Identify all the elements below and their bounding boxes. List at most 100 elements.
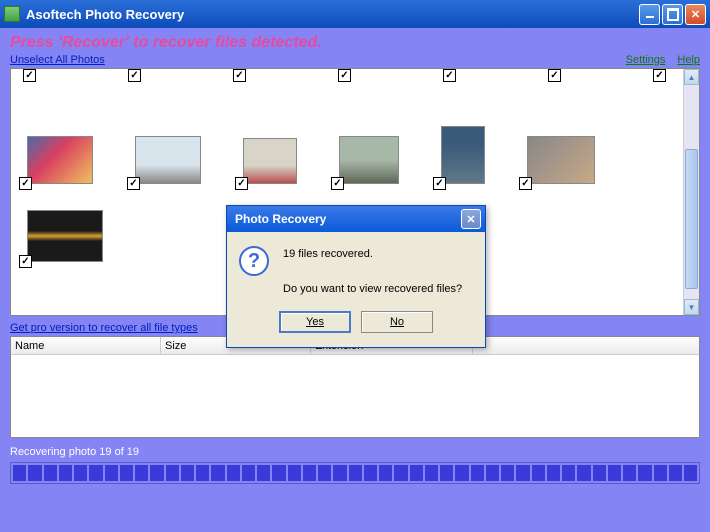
header-checkbox[interactable] [23,69,36,82]
photo-thumbnail [27,210,103,262]
settings-link[interactable]: Settings [626,54,666,66]
dialog-line1: 19 files recovered. [283,246,462,264]
progress-segment [227,465,240,481]
header-checkbox[interactable] [128,69,141,82]
progress-segment [379,465,392,481]
column-header-name[interactable]: Name [11,337,161,354]
progress-segment [394,465,407,481]
progress-segment [608,465,621,481]
help-link[interactable]: Help [677,54,700,66]
thumbnail-item[interactable] [27,136,93,184]
yes-button[interactable]: Yes [279,311,351,333]
progress-segment [211,465,224,481]
progress-segment [455,465,468,481]
file-table: Name Size Extension [10,336,700,438]
header-checkbox[interactable] [443,69,456,82]
progress-segment [623,465,636,481]
progress-segment [684,465,697,481]
dialog-line2: Do you want to view recovered files? [283,281,462,299]
photo-thumbnail [441,126,485,184]
thumbnail-checkbox[interactable] [519,177,532,190]
progress-segment [471,465,484,481]
progress-segment [150,465,163,481]
progress-segment [577,465,590,481]
photo-thumbnail [527,136,595,184]
progress-segment [13,465,26,481]
progress-segment [181,465,194,481]
progress-segment [105,465,118,481]
tagline: Press 'Recover' to recover files detecte… [10,34,700,52]
progress-bar [10,462,700,484]
progress-segment [349,465,362,481]
progress-segment [654,465,667,481]
maximize-button[interactable] [662,4,683,25]
progress-segment [318,465,331,481]
progress-segment [74,465,87,481]
progress-segment [135,465,148,481]
header-checkbox[interactable] [548,69,561,82]
progress-segment [166,465,179,481]
thumbnail-item[interactable] [243,138,297,184]
progress-segment [440,465,453,481]
progress-segment [196,465,209,481]
progress-segment [333,465,346,481]
header-checkbox[interactable] [653,69,666,82]
top-links-row: Unselect All Photos Settings Help [10,54,700,66]
photo-thumbnail [243,138,297,184]
titlebar: Asoftech Photo Recovery [0,0,710,28]
dialog-title: Photo Recovery [231,212,461,226]
progress-segment [516,465,529,481]
thumbnail-checkbox[interactable] [433,177,446,190]
dialog-titlebar: Photo Recovery ✕ [227,206,485,232]
scroll-up-arrow[interactable]: ▲ [684,69,699,85]
progress-segment [547,465,560,481]
thumbnail-item[interactable] [339,136,399,184]
thumbnail-checkbox[interactable] [127,177,140,190]
thumbnail-checkbox[interactable] [235,177,248,190]
dialog-body: ? 19 files recovered. Do you want to vie… [227,232,485,311]
progress-segment [532,465,545,481]
thumbnail-checkbox[interactable] [331,177,344,190]
minimize-button[interactable] [639,4,660,25]
progress-segment [486,465,499,481]
thumbnail-item[interactable] [527,136,595,184]
progress-segment [59,465,72,481]
progress-segment [303,465,316,481]
progress-segment [288,465,301,481]
progress-segment [562,465,575,481]
status-text: Recovering photo 19 of 19 [10,446,700,458]
scroll-thumb[interactable] [685,149,698,289]
header-checkbox[interactable] [233,69,246,82]
progress-segment [120,465,133,481]
progress-segment [242,465,255,481]
question-icon: ? [239,246,269,276]
thumbnail-item[interactable] [441,126,485,184]
vertical-scrollbar[interactable]: ▲ ▼ [683,69,699,315]
unselect-all-link[interactable]: Unselect All Photos [10,54,105,66]
dialog-buttons: Yes No [227,311,485,347]
progress-segment [257,465,270,481]
progress-segment [425,465,438,481]
dialog-close-button[interactable]: ✕ [461,209,481,229]
progress-segment [272,465,285,481]
progress-segment [28,465,41,481]
checkbox-row [19,69,683,86]
photo-thumbnail [135,136,201,184]
progress-segment [593,465,606,481]
thumbnail-item[interactable] [135,136,201,184]
scroll-down-arrow[interactable]: ▼ [684,299,699,315]
confirm-dialog: Photo Recovery ✕ ? 19 files recovered. D… [226,205,486,348]
progress-segment [364,465,377,481]
column-header-blank [473,337,699,354]
header-checkbox[interactable] [338,69,351,82]
photo-thumbnail [27,136,93,184]
close-button[interactable] [685,4,706,25]
photo-thumbnail [339,136,399,184]
thumbnail-checkbox[interactable] [19,177,32,190]
no-button[interactable]: No [361,311,433,333]
progress-segment [410,465,423,481]
progress-segment [669,465,682,481]
thumbnail-checkbox[interactable] [19,255,32,268]
thumbnail-item[interactable] [27,210,103,262]
progress-segment [89,465,102,481]
